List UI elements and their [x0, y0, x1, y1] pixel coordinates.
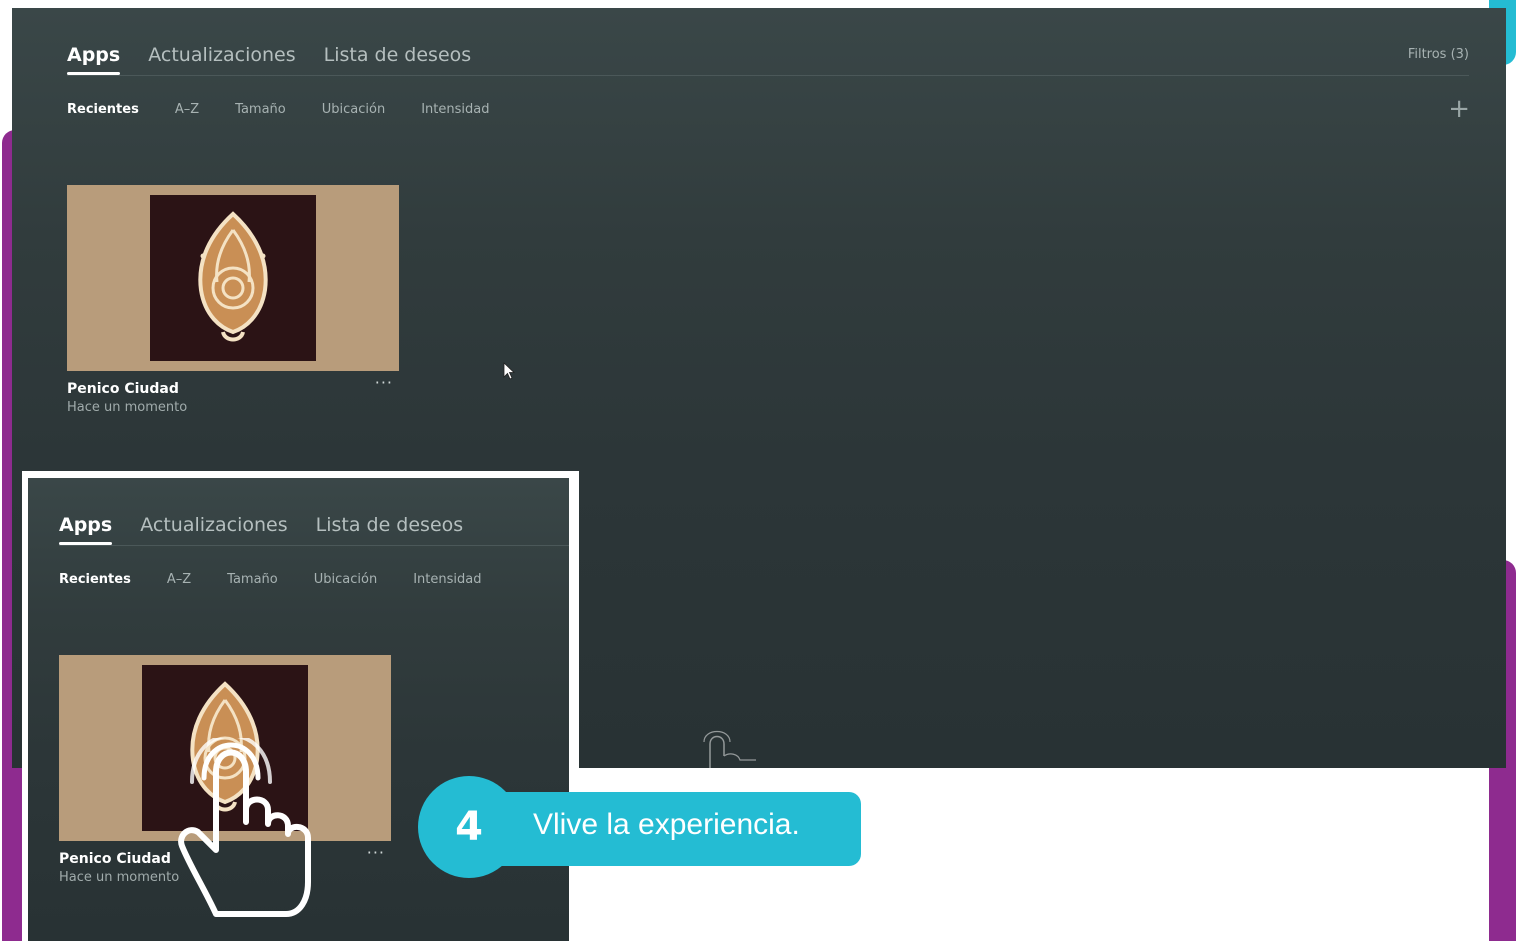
inset-tab-updates[interactable]: Actualizaciones — [140, 514, 287, 542]
inset-sort-recent[interactable]: Recientes — [59, 572, 131, 587]
app-card[interactable]: ··· Penico Ciudad Hace un momento — [67, 185, 399, 415]
tab-wishlist[interactable]: Lista de deseos — [324, 44, 472, 72]
sort-location[interactable]: Ubicación — [322, 102, 385, 117]
sort-intensity[interactable]: Intensidad — [421, 102, 489, 117]
tab-apps[interactable]: Apps — [67, 44, 121, 75]
faint-hand-cursor-icon — [703, 730, 756, 768]
tap-hand-icon — [178, 738, 311, 917]
inset-more-options-button[interactable]: ··· — [367, 845, 385, 861]
inset-sort-size[interactable]: Tamaño — [227, 572, 278, 587]
inset-tab-divider — [59, 545, 569, 546]
tab-bar: Apps Actualizaciones Lista de deseos — [67, 44, 472, 75]
tab-divider — [67, 75, 1469, 76]
app-title: Penico Ciudad — [67, 381, 179, 397]
step-number-badge: 4 — [418, 776, 520, 878]
inset-tab-wishlist[interactable]: Lista de deseos — [316, 514, 464, 542]
conch-shell-icon — [198, 211, 268, 342]
sort-size[interactable]: Tamaño — [235, 102, 286, 117]
app-subtitle: Hace un momento — [67, 400, 188, 415]
tab-updates[interactable]: Actualizaciones — [148, 44, 295, 72]
app-icon-frame — [150, 195, 316, 361]
sort-bar: Recientes A–Z Tamaño Ubicación Intensida… — [67, 102, 489, 117]
filters-button[interactable]: Filtros (3) — [1408, 47, 1469, 62]
add-button[interactable]: + — [1448, 96, 1470, 122]
more-options-button[interactable]: ··· — [375, 375, 393, 391]
sort-recent[interactable]: Recientes — [67, 102, 139, 117]
app-thumbnail[interactable] — [67, 185, 399, 371]
inset-sort-location[interactable]: Ubicación — [314, 572, 377, 587]
inset-tab-bar: Apps Actualizaciones Lista de deseos — [59, 514, 464, 545]
inset-sort-az[interactable]: A–Z — [167, 572, 191, 587]
inset-sort-bar: Recientes A–Z Tamaño Ubicación Intensida… — [59, 572, 481, 587]
inset-sort-intensity[interactable]: Intensidad — [413, 572, 481, 587]
sort-az[interactable]: A–Z — [175, 102, 199, 117]
mouse-cursor-icon — [503, 362, 515, 380]
inset-tab-apps[interactable]: Apps — [59, 514, 113, 545]
step-callout-text: Vlive la experiencia. — [533, 808, 800, 841]
